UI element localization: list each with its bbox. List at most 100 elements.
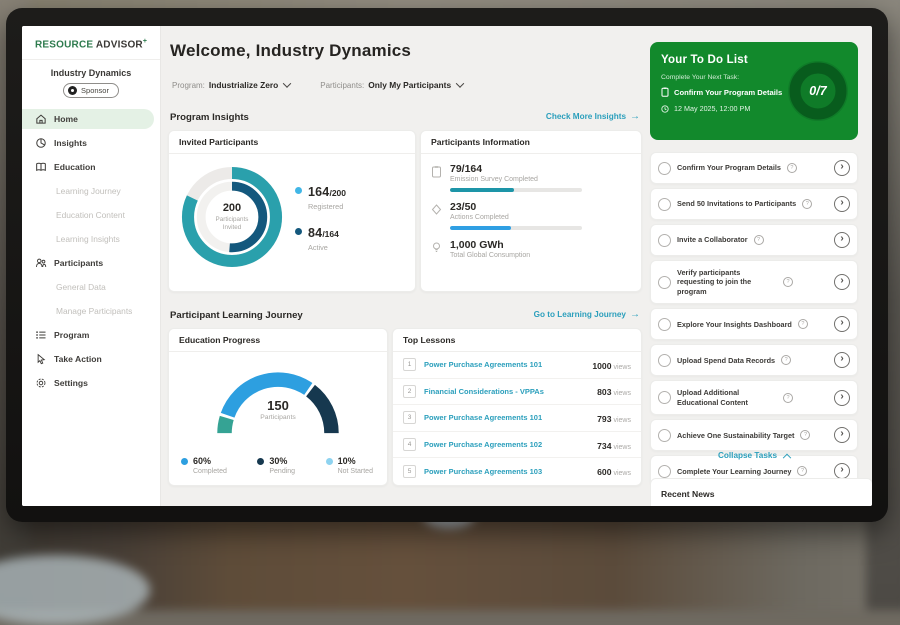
todo-task-list: Confirm Your Program Details ? › Send 50… <box>650 152 858 487</box>
chevron-right-icon[interactable]: › <box>834 352 850 368</box>
take-action-icon <box>35 353 47 365</box>
help-icon[interactable]: ? <box>781 355 791 365</box>
chevron-right-icon[interactable]: › <box>834 427 850 443</box>
lesson-row[interactable]: 1 Power Purchase Agreements 101 1000view… <box>393 352 641 379</box>
task-checkbox[interactable] <box>658 318 671 331</box>
legend-dot <box>257 458 264 465</box>
sidebar-item-take-action[interactable]: Take Action <box>22 349 154 369</box>
lesson-row[interactable]: 5 Power Purchase Agreements 103 600views <box>393 458 641 484</box>
program-filter-label: Program: <box>172 81 205 90</box>
sidebar-item-general-data[interactable]: General Data <box>22 277 154 297</box>
help-icon[interactable]: ? <box>754 235 764 245</box>
home-icon <box>35 113 47 125</box>
lesson-title[interactable]: Power Purchase Agreements 101 <box>424 413 542 422</box>
sidebar-item-participants[interactable]: Participants <box>22 253 154 273</box>
lesson-title[interactable]: Power Purchase Agreements 102 <box>424 440 542 449</box>
help-icon[interactable]: ? <box>797 466 807 476</box>
info-row-consumption: 1,000 GWh Total Global Consumption <box>421 230 641 259</box>
todo-datetime: 12 May 2025, 12:00 PM <box>661 104 750 113</box>
help-icon[interactable]: ? <box>798 319 808 329</box>
legend-pending: 30%Pending <box>257 456 295 475</box>
dashboard-screen: RESOURCE ADVISOR+ Industry Dynamics Spon… <box>22 26 872 506</box>
participants-filter-label: Participants: <box>320 81 364 90</box>
education-legend: 60%Completed 30%Pending 10%Not Started <box>169 442 387 475</box>
sidebar-item-insights[interactable]: Insights <box>22 133 154 153</box>
chevron-right-icon[interactable]: › <box>834 316 850 332</box>
task-checkbox[interactable] <box>658 391 671 404</box>
task-checkbox[interactable] <box>658 198 671 211</box>
go-to-learning-journey-link[interactable]: Go to Learning Journey→ <box>440 309 640 320</box>
recent-news-card[interactable]: Recent News <box>650 478 872 506</box>
todo-progress-count: 0/7 <box>786 59 850 123</box>
app-logo[interactable]: RESOURCE ADVISOR+ <box>22 26 160 60</box>
help-icon[interactable]: ? <box>787 163 797 173</box>
sidebar-item-learning-journey[interactable]: Learning Journey <box>22 181 154 201</box>
lesson-row[interactable]: 3 Power Purchase Agreements 101 793views <box>393 405 641 432</box>
lesson-row[interactable]: 2 Financial Considerations - VPPAs 803vi… <box>393 379 641 406</box>
lesson-title[interactable]: Financial Considerations - VPPAs <box>424 387 544 396</box>
sidebar-item-learning-insights[interactable]: Learning Insights <box>22 229 154 249</box>
chevron-right-icon[interactable]: › <box>834 232 850 248</box>
task-checkbox[interactable] <box>658 465 671 478</box>
survey-icon <box>431 165 442 178</box>
task-item[interactable]: Achieve One Sustainability Target ? › <box>650 419 858 451</box>
task-checkbox[interactable] <box>658 162 671 175</box>
settings-icon <box>35 377 47 389</box>
task-checkbox[interactable] <box>658 354 671 367</box>
info-row-actions: 23/50 Actions Completed <box>421 192 641 230</box>
filters-row: Program:Industrialize Zero Participants:… <box>172 80 463 90</box>
org-name: Industry Dynamics <box>22 68 160 78</box>
help-icon[interactable]: ? <box>783 393 793 403</box>
learning-journey-title: Participant Learning Journey <box>170 310 303 321</box>
task-item[interactable]: Explore Your Insights Dashboard ? › <box>650 308 858 340</box>
sidebar-item-label: Insights <box>54 138 87 148</box>
collapse-tasks-link[interactable]: Collapse Tasks <box>650 451 858 460</box>
legend-registered: 164/200 Registered <box>295 183 346 211</box>
sponsor-badge[interactable]: Sponsor <box>63 83 119 98</box>
task-item[interactable]: Upload Spend Data Records ? › <box>650 344 858 376</box>
task-checkbox[interactable] <box>658 429 671 442</box>
sidebar-item-label: Program <box>54 330 89 340</box>
chevron-right-icon[interactable]: › <box>834 160 850 176</box>
check-more-insights-link[interactable]: Check More Insights→ <box>440 111 640 122</box>
task-item[interactable]: Send 50 Invitations to Participants ? › <box>650 188 858 220</box>
chevron-right-icon[interactable]: › <box>834 390 850 406</box>
education-gauge-chart: 150 Participants <box>203 364 353 442</box>
sidebar-item-program[interactable]: Program <box>22 325 154 345</box>
participants-information-card: Participants Information 79/164 Emission… <box>420 130 642 292</box>
lesson-rank: 2 <box>403 385 416 398</box>
participants-filter-value: Only My Participants <box>368 80 451 90</box>
sidebar-item-label: General Data <box>56 282 106 292</box>
chevron-right-icon[interactable]: › <box>834 196 850 212</box>
gauge-value: 150 <box>203 398 353 413</box>
lesson-row[interactable]: 4 Power Purchase Agreements 102 734views <box>393 432 641 459</box>
help-icon[interactable]: ? <box>800 430 810 440</box>
recent-news-title: Recent News <box>651 479 872 499</box>
legend-not-started: 10%Not Started <box>326 456 373 475</box>
sidebar-item-settings[interactable]: Settings <box>22 373 154 393</box>
help-icon[interactable]: ? <box>802 199 812 209</box>
invited-donut-chart: 200 Participants Invited <box>177 162 287 272</box>
legend-dot <box>295 228 302 235</box>
task-item[interactable]: Invite a Collaborator ? › <box>650 224 858 256</box>
task-item[interactable]: Verify participants requesting to join t… <box>650 260 858 304</box>
lesson-title[interactable]: Power Purchase Agreements 101 <box>424 360 542 369</box>
task-item[interactable]: Upload Additional Educational Content ? … <box>650 380 858 415</box>
sponsor-icon <box>68 86 77 95</box>
task-checkbox[interactable] <box>658 234 671 247</box>
invited-participants-card: Invited Participants 200 Participants In… <box>168 130 416 292</box>
sidebar-item-label: Learning Journey <box>56 186 121 196</box>
program-filter[interactable]: Program:Industrialize Zero <box>172 80 290 90</box>
sidebar-item-education-content[interactable]: Education Content <box>22 205 154 225</box>
invited-legend: 164/200 Registered 84/164 Active <box>295 183 346 252</box>
task-checkbox[interactable] <box>658 276 671 289</box>
sidebar-item-home[interactable]: Home <box>22 109 154 129</box>
task-item[interactable]: Confirm Your Program Details ? › <box>650 152 858 184</box>
chevron-right-icon[interactable]: › <box>834 274 850 290</box>
legend-dot <box>181 458 188 465</box>
sidebar-item-manage-participants[interactable]: Manage Participants <box>22 301 154 321</box>
sidebar-item-education[interactable]: Education <box>22 157 154 177</box>
lesson-title[interactable]: Power Purchase Agreements 103 <box>424 467 542 476</box>
help-icon[interactable]: ? <box>783 277 793 287</box>
participants-filter[interactable]: Participants: Only My Participants <box>320 80 463 90</box>
